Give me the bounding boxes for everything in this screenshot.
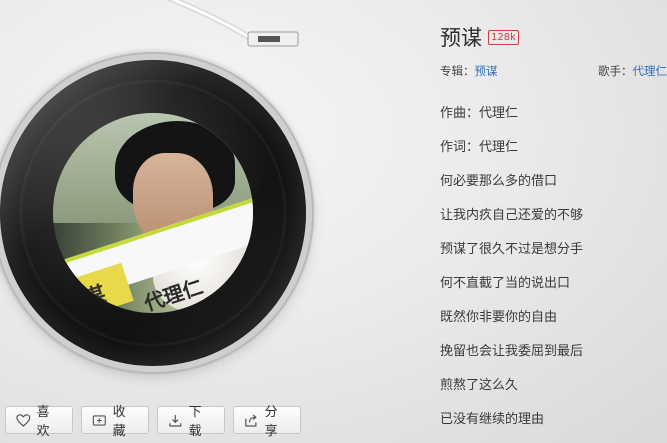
- like-button[interactable]: 喜欢: [5, 405, 73, 439]
- share-icon: [245, 414, 257, 427]
- download-icon: [169, 414, 182, 427]
- lyric-line: 让我内疚自己还爱的不够: [440, 208, 584, 223]
- share-button[interactable]: 分享: [233, 405, 301, 439]
- lyric-line: 何必要那么多的借口: [440, 174, 558, 189]
- album-label: 专辑：: [440, 64, 475, 78]
- song-meta: 专辑：预谋 歌手：代理仁: [440, 63, 667, 79]
- lyric-line: 何不直截了当的说出口: [440, 276, 571, 291]
- album-meta: 专辑：预谋: [440, 63, 498, 79]
- lyrics-list: 作曲：代理仁 作词：代理仁 何必要那么多的借口 让我内疚自己还爱的不够 预谋了很…: [440, 97, 667, 437]
- song-title: 预谋: [440, 26, 482, 50]
- lyric-line: 预谋了很久不过是想分手: [440, 242, 584, 257]
- heart-icon: [16, 413, 31, 427]
- title-row: 预谋 128k: [440, 22, 667, 52]
- artist-link[interactable]: 代理仁: [633, 64, 667, 78]
- add-folder-icon: [92, 414, 106, 426]
- lyric-line: 已没有继续的理由: [440, 412, 545, 427]
- quality-badge[interactable]: 128k: [488, 29, 519, 45]
- lyric-line: 既然你非要你的自由: [440, 310, 558, 325]
- like-label: 喜欢: [36, 405, 50, 439]
- album-cover: 谋 代理仁: [53, 113, 253, 313]
- action-bar: 喜欢 收藏 下载 分享: [5, 405, 301, 439]
- vinyl-disc: 谋 代理仁: [0, 60, 306, 366]
- download-button[interactable]: 下载: [157, 405, 225, 439]
- lyric-line: 煎熬了这么久: [440, 378, 519, 393]
- artist-label: 歌手：: [598, 64, 633, 78]
- download-label: 下载: [188, 405, 202, 439]
- share-label: 分享: [264, 405, 278, 439]
- favorite-label: 收藏: [112, 405, 126, 439]
- song-info-panel: 预谋 128k 专辑：预谋 歌手：代理仁 作曲：代理仁 作词：代理仁 何必要那么…: [440, 22, 667, 437]
- artist-meta: 歌手：代理仁: [598, 63, 667, 79]
- player-area: 谋 代理仁: [0, 0, 400, 400]
- lyric-line: 作曲：代理仁: [440, 106, 519, 121]
- lyric-line: 作词：代理仁: [440, 140, 519, 155]
- favorite-button[interactable]: 收藏: [81, 405, 149, 439]
- lyric-line: 挽留也会让我委屈到最后: [440, 344, 584, 359]
- album-link[interactable]: 预谋: [475, 64, 498, 78]
